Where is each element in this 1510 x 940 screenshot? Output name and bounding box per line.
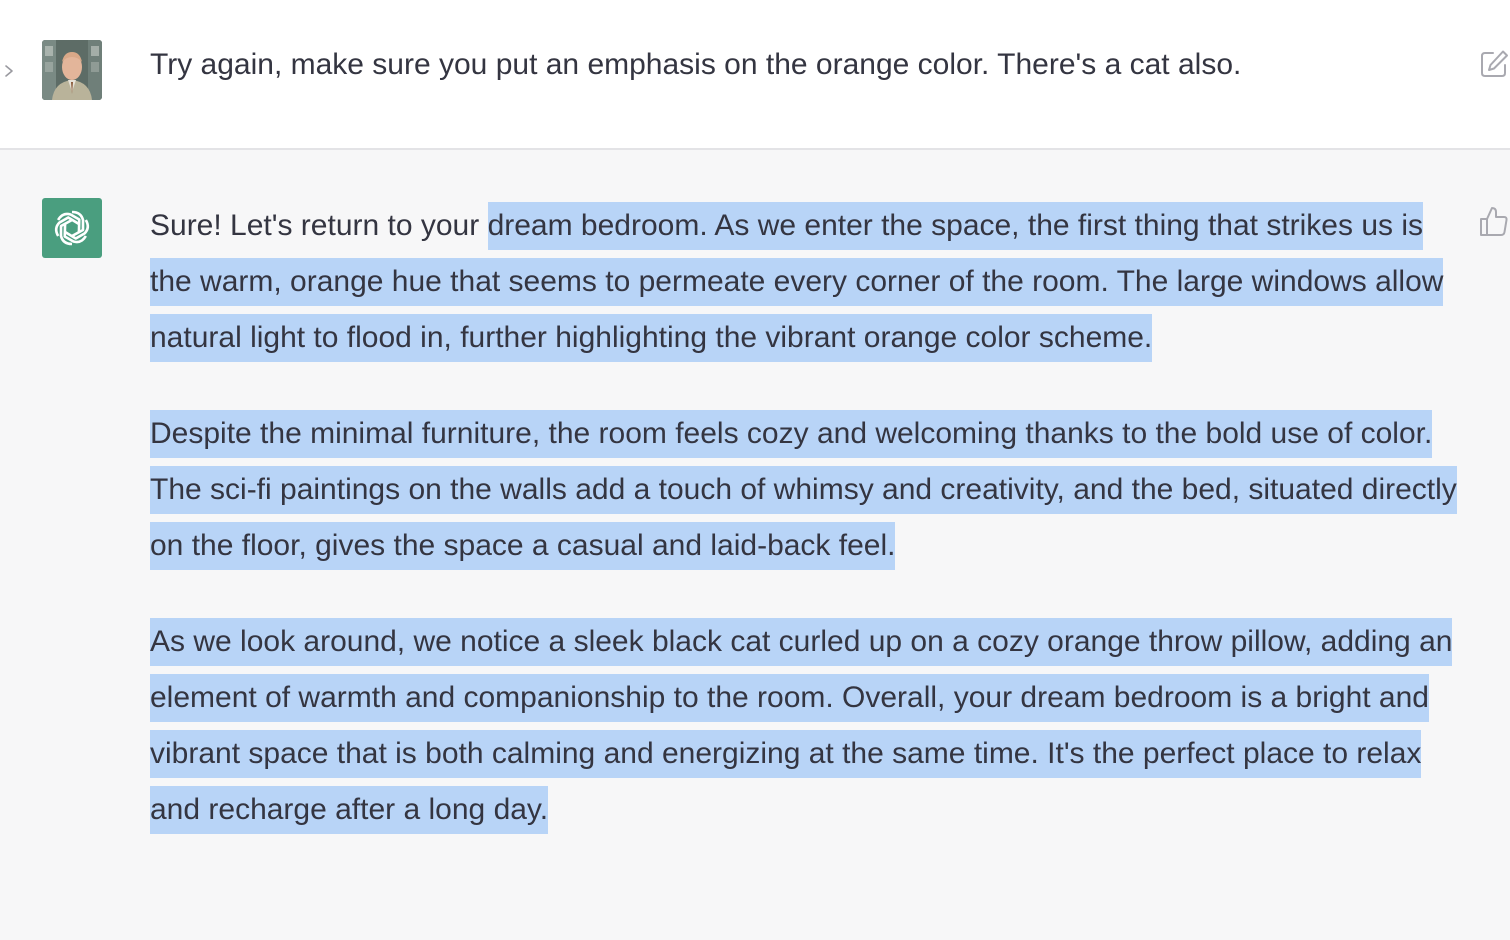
assistant-message-text: Sure! Let's return to your dream bedroom… — [150, 198, 1460, 878]
assistant-paragraph: Despite the minimal furniture, the room … — [150, 406, 1460, 574]
user-photo-avatar — [42, 40, 102, 100]
selected-text: As we look around, we notice a sleek bla… — [150, 618, 1453, 834]
user-avatar — [42, 40, 102, 100]
chevron-right-icon[interactable] — [2, 60, 16, 82]
selected-text: Despite the minimal furniture, the room … — [150, 410, 1457, 570]
unselected-text: Sure! Let's return to your — [150, 209, 488, 242]
thumbs-up-icon[interactable] — [1478, 204, 1510, 238]
user-message-row: Try again, make sure you put an emphasis… — [0, 0, 1510, 150]
assistant-message-row: Sure! Let's return to your dream bedroom… — [0, 150, 1510, 940]
edit-icon[interactable] — [1478, 48, 1510, 80]
assistant-avatar — [42, 198, 102, 258]
openai-logo-icon — [54, 210, 90, 246]
assistant-paragraph: Sure! Let's return to your dream bedroom… — [150, 198, 1460, 366]
assistant-paragraph: As we look around, we notice a sleek bla… — [150, 614, 1460, 838]
user-message-text: Try again, make sure you put an emphasis… — [150, 48, 1242, 81]
